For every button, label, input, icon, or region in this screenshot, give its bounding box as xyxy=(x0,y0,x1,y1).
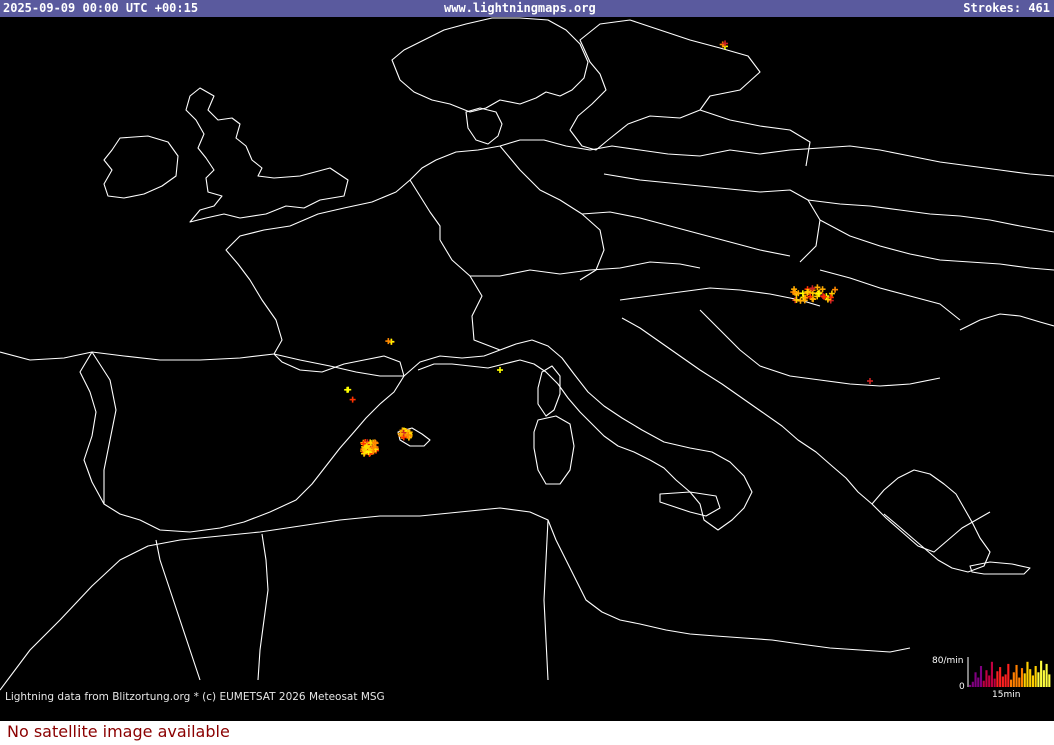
histogram-bars xyxy=(967,657,1051,687)
histogram-bar xyxy=(971,681,974,687)
histogram-bar xyxy=(1010,679,1013,687)
stroke-count-label: Strokes: 461 xyxy=(963,1,1050,15)
histogram-bar xyxy=(982,680,985,687)
histogram-bar xyxy=(974,672,977,687)
histogram-bar xyxy=(1031,675,1034,687)
attribution-text: Lightning data from Blitzortung.org * (c… xyxy=(5,691,385,703)
histogram-bar xyxy=(1004,674,1007,687)
lightning-map[interactable]: 2025-09-09 00:00 UTC +00:15 www.lightnin… xyxy=(0,0,1054,721)
histogram-bar xyxy=(1007,663,1010,687)
histogram-bar xyxy=(1042,670,1045,687)
histogram-bar xyxy=(1034,666,1037,687)
lightning-strike-marker xyxy=(819,286,826,293)
lightning-strike-marker xyxy=(385,338,392,345)
histogram-bar xyxy=(969,684,972,687)
histogram-bar xyxy=(999,667,1002,687)
histogram-bar xyxy=(985,670,988,687)
histogram-bar xyxy=(1001,676,1004,687)
lightning-strike-marker xyxy=(814,284,821,291)
site-url-link[interactable]: www.lightningmaps.org xyxy=(444,0,596,17)
lightning-strike-marker xyxy=(349,396,356,403)
histogram-bar xyxy=(988,675,991,687)
histogram-bar xyxy=(1020,668,1024,687)
histogram-bar xyxy=(996,671,999,687)
histogram-bar xyxy=(1026,661,1029,687)
histogram-bar xyxy=(1012,672,1015,687)
lightning-strike-marker xyxy=(497,367,503,373)
histogram-bar xyxy=(990,661,993,687)
strike-rate-histogram: 80/min 0 15min xyxy=(930,653,1054,700)
histogram-bar xyxy=(1023,673,1026,687)
histogram-bar xyxy=(1037,672,1040,687)
histogram-bar xyxy=(1029,669,1032,687)
header-bar: 2025-09-09 00:00 UTC +00:15 www.lightnin… xyxy=(0,0,1054,17)
histogram-bar xyxy=(1018,677,1021,687)
histogram-bar xyxy=(1015,664,1018,687)
lightning-strike-marker xyxy=(867,378,873,384)
histogram-bar xyxy=(1048,674,1051,687)
timestamp-label: 2025-09-09 00:00 UTC +00:15 xyxy=(3,1,199,15)
lightning-strike-marker xyxy=(345,386,352,393)
no-satellite-message: No satellite image available xyxy=(7,722,230,741)
histogram-bar xyxy=(977,677,980,687)
histogram-bar xyxy=(1040,660,1043,687)
lightning-strikes-layer xyxy=(344,40,873,457)
histogram-bar xyxy=(993,678,996,687)
lightning-strike-marker xyxy=(832,286,839,293)
histogram-bar xyxy=(1045,663,1048,687)
lightning-strike-marker xyxy=(828,290,835,297)
histogram-bar xyxy=(979,666,983,687)
